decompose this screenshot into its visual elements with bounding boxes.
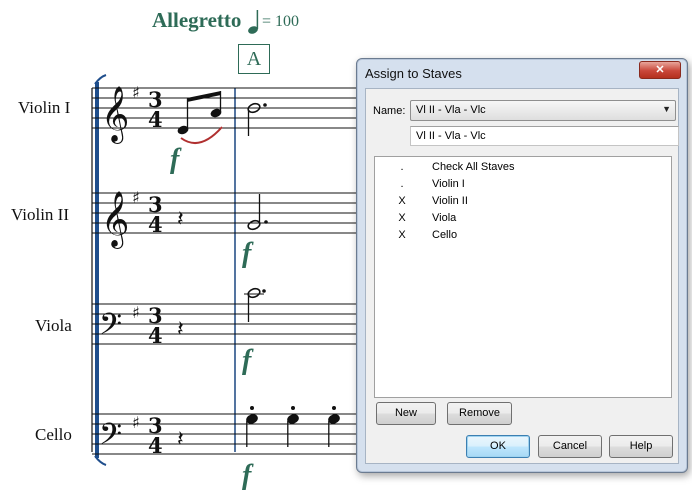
bass-clef-icon: 𝄢 xyxy=(99,308,122,349)
remove-button[interactable]: Remove xyxy=(447,402,512,425)
dialog-body: Name: Vl II - Vla - Vlc ▼ Vl II - Vla - … xyxy=(365,88,679,464)
list-item-violin-2[interactable]: X Violin II xyxy=(375,193,669,210)
time-signature-bottom: 4 xyxy=(148,107,163,132)
dynamic-forte: f xyxy=(242,238,252,269)
time-signature-bottom: 4 xyxy=(148,433,163,458)
treble-clef-icon: 𝄞 xyxy=(101,86,129,144)
quarter-rest-icon: 𝄽 xyxy=(177,427,184,452)
dynamic-forte: f xyxy=(170,144,180,175)
ok-button[interactable]: OK xyxy=(466,435,530,458)
dotted-half-note xyxy=(247,194,268,231)
time-signature-bottom: 4 xyxy=(148,323,163,348)
time-signature-bottom: 4 xyxy=(148,212,163,237)
list-item-label: Viola xyxy=(432,212,457,224)
close-icon[interactable]: ✕ xyxy=(639,61,681,79)
sharp-icon: ♯ xyxy=(132,303,140,322)
list-item-violin-1[interactable]: . Violin I xyxy=(375,176,669,193)
sharp-icon: ♯ xyxy=(132,188,140,207)
check-mark: . xyxy=(400,178,404,190)
check-mark: X xyxy=(398,229,406,241)
new-button[interactable]: New xyxy=(376,402,436,425)
check-mark: X xyxy=(398,212,406,224)
list-item-cello[interactable]: X Cello xyxy=(375,227,669,244)
bracket-top-hook xyxy=(94,74,107,85)
check-mark: X xyxy=(398,195,406,207)
quarter-rest-icon: 𝄽 xyxy=(177,317,184,342)
quarter-rest-icon: 𝄽 xyxy=(177,207,184,232)
name-label: Name: xyxy=(373,105,406,117)
dialog-title: Assign to Staves xyxy=(365,66,462,81)
chevron-down-icon: ▼ xyxy=(662,104,671,114)
staccato-quarter-notes xyxy=(246,406,340,447)
list-item-label: Cello xyxy=(432,229,458,241)
list-item-label: Violin I xyxy=(432,178,465,190)
name-field[interactable]: Vl II - Vla - Vlc xyxy=(410,126,679,146)
dotted-half-note xyxy=(247,102,267,136)
dynamic-forte: f xyxy=(242,345,252,376)
list-item-viola[interactable]: X Viola xyxy=(375,210,669,227)
list-item-check-all[interactable]: . Check All Staves xyxy=(375,159,669,176)
check-mark: . xyxy=(400,161,404,173)
bass-clef-icon: 𝄢 xyxy=(99,418,122,459)
sharp-icon: ♯ xyxy=(132,83,140,102)
dynamic-forte: f xyxy=(242,460,252,491)
list-item-label: Check All Staves xyxy=(432,161,515,173)
assign-to-staves-dialog: Assign to Staves ✕ Name: Vl II - Vla - V… xyxy=(356,58,688,473)
treble-clef-icon: 𝄞 xyxy=(101,191,129,249)
name-dropdown[interactable]: Vl II - Vla - Vlc ▼ xyxy=(410,100,676,121)
staff-list[interactable]: . Check All Staves . Violin I X Violin I… xyxy=(374,156,672,398)
cancel-button[interactable]: Cancel xyxy=(538,435,602,458)
name-dropdown-value: Vl II - Vla - Vlc xyxy=(416,104,486,116)
list-item-label: Violin II xyxy=(432,195,468,207)
dotted-half-note xyxy=(244,287,266,322)
help-button[interactable]: Help xyxy=(609,435,673,458)
sharp-icon: ♯ xyxy=(132,413,140,432)
